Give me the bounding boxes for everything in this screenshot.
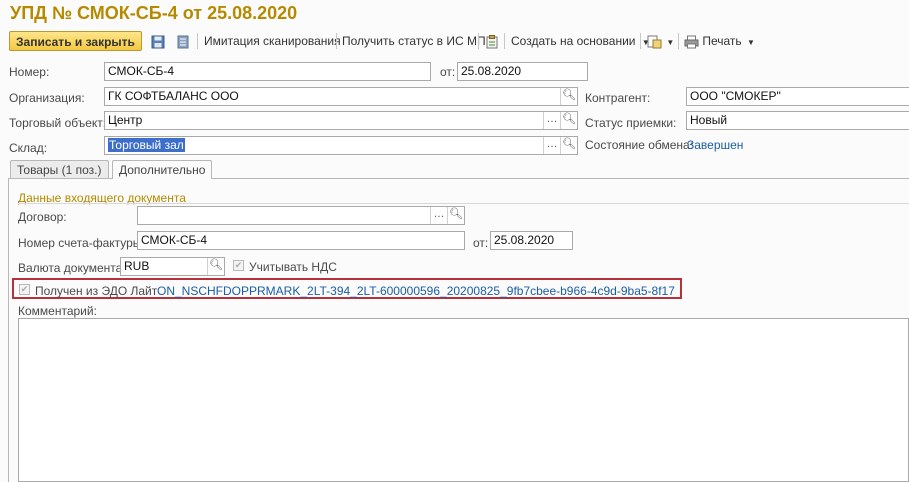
create-based-on-button[interactable]: Создать на основании ▼ xyxy=(511,31,650,51)
checkmark-icon: ✔ xyxy=(234,260,243,270)
exchange-state-label: Состояние обмена: xyxy=(585,138,694,152)
trade-object-select-button[interactable]: … xyxy=(543,112,560,129)
get-status-button[interactable]: Получить статус в ИС МП xyxy=(342,31,486,51)
organization-value: ГК СОФТБАЛАНС ООО xyxy=(108,89,239,103)
floppy-disk-icon xyxy=(151,35,165,49)
trade-object-value: Центр xyxy=(108,113,143,127)
number-input[interactable]: СМОК-СБ-4 xyxy=(104,62,431,81)
comment-textarea[interactable] xyxy=(18,318,909,482)
invoice-number-input[interactable]: СМОК-СБ-4 xyxy=(137,231,465,250)
save-button[interactable] xyxy=(151,31,165,51)
currency-input[interactable]: RUB 🔍︎ xyxy=(120,257,225,276)
page-title: УПД № СМОК-СБ-4 от 25.08.2020 xyxy=(10,3,298,23)
contractor-label: Контрагент: xyxy=(585,91,651,105)
search-icon: 🔍︎ xyxy=(449,208,463,220)
organization-search-button[interactable]: 🔍︎ xyxy=(560,88,577,105)
clipboard-button[interactable] xyxy=(485,31,499,51)
accept-status-label: Статус приемки: xyxy=(585,116,677,130)
warehouse-select-button[interactable]: … xyxy=(543,137,560,154)
toolbar: Записать и закрыть Имитация сканирования… xyxy=(0,29,909,55)
tab-goods[interactable]: Товары (1 поз.) xyxy=(10,160,109,178)
search-icon: 🔍︎ xyxy=(209,259,223,271)
contract-search-button[interactable]: 🔍︎ xyxy=(447,207,464,224)
printer-icon xyxy=(684,35,699,49)
date-input[interactable]: 25.08.2020 xyxy=(457,62,588,81)
trade-object-label: Торговый объект: xyxy=(9,116,107,130)
edo-document-link[interactable]: ON_NSCHFDOPPRMARK_2LT-394_2LT-600000596_… xyxy=(157,284,675,301)
tab-additional[interactable]: Дополнительно xyxy=(112,160,213,179)
organization-label: Организация: xyxy=(9,91,85,105)
date-label: от: xyxy=(440,65,456,79)
warehouse-label: Склад: xyxy=(9,141,48,155)
vat-label: Учитывать НДС xyxy=(249,260,337,274)
edo-label: Получен из ЭДО Лайт xyxy=(35,284,158,298)
contract-label: Договор: xyxy=(18,210,67,224)
print-label: Печать xyxy=(702,34,742,48)
accept-status-input[interactable]: Новый xyxy=(686,111,909,130)
exchange-state-link[interactable]: Завершен xyxy=(687,138,743,152)
comment-label: Комментарий: xyxy=(18,304,97,318)
documents-tree-icon xyxy=(647,35,662,49)
scan-simulation-button[interactable]: Имитация сканирования xyxy=(204,31,341,51)
invoice-date-input[interactable]: 25.08.2020 xyxy=(490,231,573,250)
contractor-input[interactable]: ООО "СМОКЕР" xyxy=(686,87,909,106)
warehouse-input[interactable]: Торговый зал … 🔍︎ xyxy=(104,136,578,155)
chevron-down-icon: ▼ xyxy=(747,38,755,47)
organization-input[interactable]: ГК СОФТБАЛАНС ООО 🔍︎ xyxy=(104,87,578,106)
search-icon: 🔍︎ xyxy=(562,113,576,125)
save-and-close-button[interactable]: Записать и закрыть xyxy=(9,31,142,51)
search-icon: 🔍︎ xyxy=(562,89,576,101)
related-documents-button[interactable]: ▼ xyxy=(647,31,674,51)
currency-label: Валюта документа: xyxy=(18,261,126,275)
warehouse-value: Торговый зал xyxy=(108,138,185,152)
group-divider xyxy=(18,203,909,204)
ellipsis-icon: … xyxy=(433,208,445,220)
clipboard-icon xyxy=(486,34,498,49)
edo-document-link-text: ON_NSCHFDOPPRMARK_2LT-394_2LT-600000596_… xyxy=(157,284,675,298)
chevron-down-icon: ▼ xyxy=(666,38,675,47)
vat-checkbox[interactable]: ✔ xyxy=(233,260,244,271)
trade-object-input[interactable]: Центр … 🔍︎ xyxy=(104,111,578,130)
ellipsis-icon: … xyxy=(546,113,558,125)
edo-checkbox[interactable]: ✔ xyxy=(19,284,30,295)
warehouse-search-button[interactable]: 🔍︎ xyxy=(560,137,577,154)
currency-search-button[interactable]: 🔍︎ xyxy=(207,258,224,275)
checkmark-icon: ✔ xyxy=(20,284,29,294)
number-label: Номер: xyxy=(9,65,50,79)
create-based-on-label: Создать на основании xyxy=(511,34,636,48)
print-button[interactable]: Печать ▼ xyxy=(684,31,755,51)
ellipsis-icon: … xyxy=(546,138,558,150)
currency-value: RUB xyxy=(124,259,150,273)
post-button[interactable] xyxy=(176,31,190,51)
invoice-date-label: от: xyxy=(473,236,489,250)
search-icon: 🔍︎ xyxy=(562,138,576,150)
trade-object-search-button[interactable]: 🔍︎ xyxy=(560,112,577,129)
document-list-icon xyxy=(177,35,189,49)
invoice-number-label: Номер счета-фактуры: xyxy=(18,236,145,250)
contract-select-button[interactable]: … xyxy=(430,207,447,224)
contract-input[interactable]: … 🔍︎ xyxy=(137,206,465,225)
